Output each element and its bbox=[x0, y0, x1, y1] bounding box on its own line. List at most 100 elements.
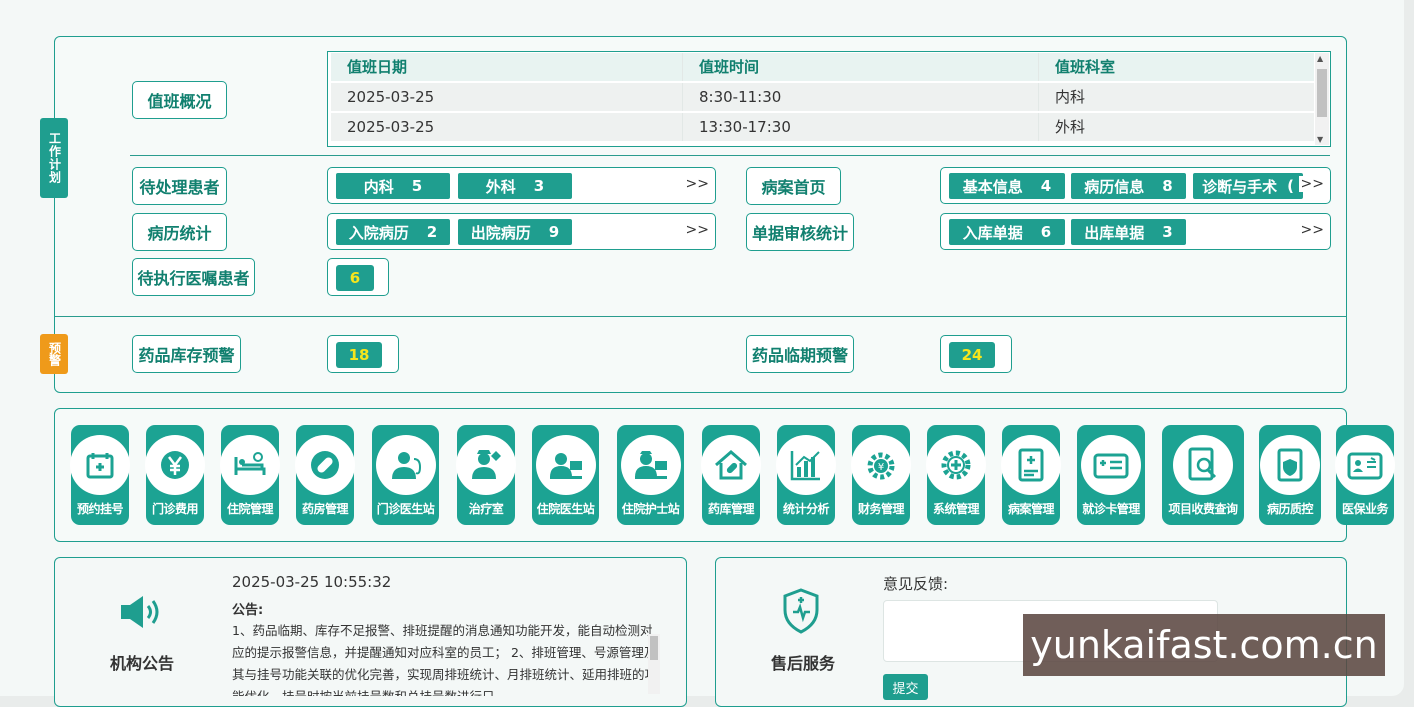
chip-count: 5 bbox=[411, 177, 423, 195]
module-tile[interactable]: 住院护士站 bbox=[617, 425, 684, 525]
chip-basic-info[interactable]: 基本信息 4 bbox=[949, 173, 1065, 199]
hospital-bed-icon bbox=[220, 435, 280, 495]
table-row[interactable]: 2025-03-25 13:30-17:30 外科 bbox=[331, 113, 1314, 141]
chip-admission-record[interactable]: 入院病历 2 bbox=[336, 219, 450, 245]
chip-surgery[interactable]: 外科 3 bbox=[458, 173, 572, 199]
chip-discharge-record[interactable]: 出院病历 9 bbox=[458, 219, 572, 245]
notice-scroll-thumb[interactable] bbox=[650, 636, 658, 660]
feedback-title: 售后服务 bbox=[771, 654, 836, 673]
yen-icon bbox=[145, 435, 205, 495]
pending-orders-group: 6 bbox=[327, 258, 389, 296]
bill-audit-button[interactable]: 单据审核统计 bbox=[746, 213, 854, 251]
module-label: 住院管理 bbox=[226, 502, 274, 516]
chip-outbound-bill[interactable]: 出库单据 3 bbox=[1071, 219, 1186, 245]
chip-count: 4 bbox=[1040, 177, 1052, 195]
module-label: 治疗室 bbox=[468, 502, 504, 516]
notice-panel: 机构公告 2025-03-25 10:55:32 公告: 1、药品临期、库存不足… bbox=[54, 557, 687, 707]
chip-inbound-bill[interactable]: 入库单据 6 bbox=[949, 219, 1065, 245]
module-tile[interactable]: 系统管理 bbox=[926, 425, 986, 525]
scroll-up-icon[interactable]: ▲ bbox=[1317, 54, 1323, 63]
record-stats-group: 入院病历 2 出院病历 9 >> bbox=[327, 213, 716, 250]
module-tile[interactable]: 药房管理 bbox=[295, 425, 355, 525]
medical-record-icon bbox=[1001, 435, 1061, 495]
svg-text:¥: ¥ bbox=[878, 462, 884, 473]
warning-tag-text: 预警 bbox=[47, 342, 62, 366]
speaker-icon bbox=[119, 594, 165, 634]
more-link[interactable]: >> bbox=[686, 176, 709, 192]
table-row[interactable]: 2025-03-25 8:30-11:30 内科 bbox=[331, 83, 1314, 111]
module-label: 门诊费用 bbox=[151, 502, 199, 516]
duty-date: 2025-03-25 bbox=[331, 113, 683, 141]
module-tile[interactable]: 药库管理 bbox=[701, 425, 761, 525]
chip-internal-medicine[interactable]: 内科 5 bbox=[336, 173, 450, 199]
module-tile[interactable]: 住院医生站 bbox=[532, 425, 599, 525]
section-divider bbox=[55, 316, 1347, 317]
pending-orders-count[interactable]: 6 bbox=[336, 265, 374, 291]
more-link[interactable]: >> bbox=[1301, 222, 1324, 238]
stock-warning-button[interactable]: 药品库存预警 bbox=[132, 335, 241, 373]
pending-patients-button[interactable]: 待处理患者 bbox=[132, 167, 227, 205]
chip-diagnosis-surgery[interactable]: 诊断与手术 ( bbox=[1193, 173, 1303, 199]
module-tile[interactable]: ¥ 财务管理 bbox=[851, 425, 911, 525]
chip-name: 出库单据 bbox=[1084, 223, 1145, 242]
header-time: 值班时间 bbox=[683, 53, 1039, 81]
module-label: 药房管理 bbox=[301, 502, 349, 516]
pending-orders-button[interactable]: 待执行医嘱患者 bbox=[132, 258, 255, 296]
module-label: 财务管理 bbox=[857, 502, 905, 516]
card-icon bbox=[1081, 435, 1141, 495]
duty-table: 值班日期 值班时间 值班科室 2025-03-25 8:30-11:30 内科 … bbox=[327, 51, 1331, 147]
duty-overview-button[interactable]: 值班概况 bbox=[132, 81, 227, 119]
notice-scrollbar[interactable] bbox=[648, 634, 660, 694]
more-link[interactable]: >> bbox=[686, 222, 709, 238]
module-label: 统计分析 bbox=[782, 502, 830, 516]
record-home-button[interactable]: 病案首页 bbox=[746, 167, 841, 205]
stock-warning-group: 18 bbox=[327, 335, 399, 373]
scroll-down-icon[interactable]: ▼ bbox=[1317, 135, 1323, 144]
calendar-plus-icon bbox=[70, 435, 130, 495]
stock-warning-count[interactable]: 18 bbox=[336, 342, 382, 368]
chip-count: 8 bbox=[1162, 177, 1173, 195]
bar-chart-icon bbox=[776, 435, 836, 495]
pharmacy-house-icon bbox=[701, 435, 761, 495]
module-tile[interactable]: 门诊医生站 bbox=[372, 425, 439, 525]
nurse-desk-icon bbox=[620, 435, 681, 495]
module-tile[interactable]: 预约挂号 bbox=[70, 425, 130, 525]
dashboard-page: 工作计划 值班概况 值班日期 值班时间 值班科室 2025-03-25 8:30… bbox=[0, 0, 1404, 707]
module-tile[interactable]: 统计分析 bbox=[776, 425, 836, 525]
chip-name: 出院病历 bbox=[470, 223, 531, 242]
warning-tag: 预警 bbox=[40, 334, 68, 374]
submit-button[interactable]: 提交 bbox=[883, 674, 928, 700]
module-label: 医保业务 bbox=[1341, 502, 1389, 516]
record-stats-button[interactable]: 病历统计 bbox=[132, 213, 227, 251]
module-label: 药库管理 bbox=[707, 502, 755, 516]
scroll-thumb[interactable] bbox=[1317, 69, 1327, 117]
duty-department: 外科 bbox=[1039, 113, 1314, 141]
chip-record-info[interactable]: 病历信息 8 bbox=[1071, 173, 1186, 199]
module-label: 预约挂号 bbox=[76, 502, 124, 516]
duty-date: 2025-03-25 bbox=[331, 83, 683, 111]
pending-patients-group: 内科 5 外科 3 >> bbox=[327, 167, 716, 204]
duty-table-scrollbar[interactable]: ▲ ▼ bbox=[1315, 53, 1329, 145]
watermark: yunkaifast.com.cn bbox=[1023, 614, 1385, 676]
module-tile[interactable]: 病历质控 bbox=[1259, 425, 1321, 525]
module-tile[interactable]: 医保业务 bbox=[1335, 425, 1395, 525]
more-link[interactable]: >> bbox=[1298, 176, 1324, 192]
module-tile[interactable]: 病案管理 bbox=[1001, 425, 1061, 525]
module-tile[interactable]: 门诊费用 bbox=[145, 425, 205, 525]
chip-name: 基本信息 bbox=[962, 177, 1023, 196]
pill-icon bbox=[295, 435, 355, 495]
module-label: 病历质控 bbox=[1266, 502, 1314, 516]
module-tile[interactable]: 治疗室 bbox=[456, 425, 516, 525]
duty-table-header: 值班日期 值班时间 值班科室 bbox=[331, 53, 1314, 81]
expiry-warning-count[interactable]: 24 bbox=[949, 342, 995, 368]
module-tile[interactable]: 就诊卡管理 bbox=[1077, 425, 1145, 525]
quality-control-icon bbox=[1260, 435, 1320, 495]
expiry-warning-group: 24 bbox=[940, 335, 1012, 373]
expiry-warning-button[interactable]: 药品临期预警 bbox=[746, 335, 854, 373]
feedback-label: 意见反馈: bbox=[883, 575, 949, 593]
module-tile[interactable]: 项目收费查询 bbox=[1162, 425, 1244, 525]
nurse-icon bbox=[456, 435, 516, 495]
shield-heart-icon bbox=[782, 588, 820, 638]
module-tile[interactable]: 住院管理 bbox=[220, 425, 280, 525]
chip-count: ( bbox=[1287, 177, 1294, 195]
